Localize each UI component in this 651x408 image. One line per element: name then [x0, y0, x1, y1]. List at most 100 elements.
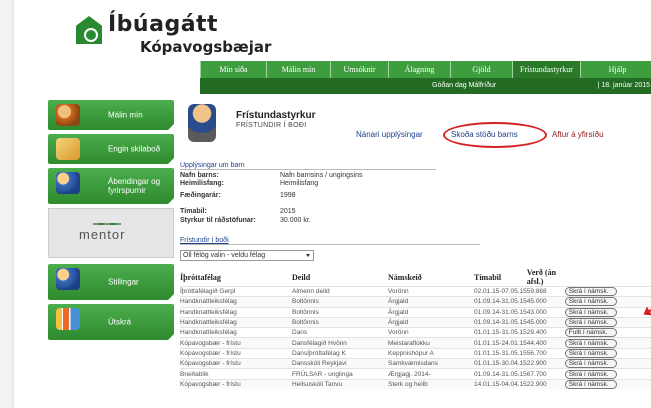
mentor-logo-icon — [93, 223, 121, 225]
nav-fristundastyrkur[interactable]: Frístundastyrkur — [512, 61, 580, 78]
chevron-down-icon — [306, 254, 310, 257]
club-filter-select[interactable]: Öll félög valin - veldu félag — [180, 250, 314, 261]
envelope-icon — [56, 138, 80, 160]
cell-action: Skrá í námsk. — [564, 296, 651, 308]
cell-action: Skrá í námsk. — [564, 347, 651, 359]
cell-club: Handknattleiksfélag — [180, 327, 292, 338]
table-row: Handknattleiksfélag Boltönnis Árgjald 01.09… — [180, 296, 651, 308]
table-row: Kópavogsbær - frístu Heilsuskóli Tanvu Ste… — [180, 378, 651, 390]
cell-action: Skrá í námsk. — [564, 368, 651, 380]
cell-club: Kópavogsbær - frístu — [180, 358, 292, 369]
cell-period: 01.01.15-24.01.15 — [474, 337, 527, 349]
logout-icon — [56, 308, 80, 330]
address-label: Heimilisfang: — [180, 180, 224, 187]
nav-umsoknir[interactable]: Umsóknir — [330, 61, 388, 78]
cell-club: Íþróttafélagið Gerpl — [180, 285, 292, 297]
sidebar-item-abendingar[interactable]: Ábendingar og fyrirspurnir — [48, 168, 174, 204]
mentor-banner[interactable]: mentor — [48, 208, 174, 258]
cell-course: Vorönn — [388, 327, 474, 338]
col-header-course[interactable]: Námskeið — [388, 268, 474, 287]
cell-period: 01.01.15-30.04.15 — [474, 358, 527, 369]
nav-min-sida[interactable]: Mín síða — [200, 61, 266, 78]
child-icon — [188, 104, 216, 142]
cell-department: Dansskóli Reykjavi — [292, 358, 388, 369]
cell-course: Samkvæmisdans — [388, 358, 474, 369]
greeting: Góðan dag Málfríður — [432, 82, 497, 89]
grant-label: Styrkur til ráðstöfunar: — [180, 217, 256, 224]
cell-price: 43.000 — [526, 306, 565, 318]
birth-year-label: Fæðingarár: — [180, 192, 221, 199]
nav-hjalp[interactable]: Hjálp — [580, 61, 651, 78]
cell-price: 22.900 — [526, 378, 565, 390]
table-header-row: Íþróttafélag Deild Námskeið Tímabil Verð… — [180, 268, 651, 287]
mentor-label: mentor — [79, 227, 126, 242]
register-course-button[interactable]: Skrá í námsk. — [564, 287, 617, 297]
logo-title: Íbúagátt — [108, 12, 219, 37]
sidebar: Málin mín Engin skilaboð Ábendingar og f… — [48, 100, 174, 344]
register-course-button[interactable]: Skrá í námsk. — [564, 349, 617, 358]
table-row: Kópavogsbær - frístu Dansíþróttafélag K Ke… — [180, 347, 651, 359]
register-course-button[interactable]: Skrá í námsk. — [564, 308, 617, 317]
col-header-club[interactable]: Íþróttafélag — [180, 268, 292, 287]
back-to-overview-link[interactable]: Aftur á yfirsíðu — [552, 130, 604, 139]
table-row: Handknattleiksfélag Boltönnis Árgjald 01.09… — [180, 316, 651, 328]
col-header-price[interactable]: Verð (án afsl.) — [527, 268, 565, 287]
nav-gjold[interactable]: Gjöld — [450, 61, 512, 78]
logo[interactable]: Íbúagátt Kópavogsbæjar — [76, 12, 276, 58]
table-row: Breiðablik FRÚLSAR - unglinga Ærgjagj. 201… — [180, 368, 651, 380]
register-course-button[interactable]: Skrá í námsk. — [564, 359, 617, 369]
cell-period: 01.09.14-31.05.15 — [474, 316, 527, 328]
top-navigation: Mín síða Málin mín Umsóknir Álagning Gjö… — [200, 61, 651, 78]
cell-period: 01.09.14-31.05.15 — [474, 296, 527, 308]
cell-period: 01.09.14-31.05.15 — [474, 306, 527, 318]
cell-course: Sterk og heilb — [388, 378, 474, 390]
cell-course: Árgjald — [388, 306, 474, 318]
sidebar-item-skilabod[interactable]: Engin skilaboð — [48, 134, 174, 164]
page: Íbúagátt Kópavogsbæjar Mín síða Málin mí… — [14, 0, 651, 408]
cell-price: 59.868 — [526, 285, 565, 297]
child-name-value: Nafn barnsins / ungingsins — [280, 172, 363, 179]
cell-price: 22.900 — [526, 358, 565, 369]
cell-department: FRÚLSAR - unglinga — [292, 368, 388, 380]
table-row: Handknattleiksfélag Dans Vorönn 01.01.15-31… — [180, 327, 651, 338]
sub-navigation: Góðan dag Málfríður | 18. janúar 2015 — [200, 78, 651, 94]
register-course-button[interactable]: Skrá í námsk. — [564, 380, 617, 390]
more-info-link[interactable]: Nánari upplýsingar — [356, 130, 423, 139]
cell-course: Meistaraflokku — [388, 337, 474, 349]
cell-course: Ærgjagj. 2014- — [388, 368, 474, 380]
sidebar-item-stillingar[interactable]: Stillingar — [48, 264, 174, 300]
kopavogur-crest-icon — [76, 16, 102, 44]
register-course-button[interactable]: Skrá í námsk. — [564, 369, 617, 379]
sidebar-item-label: Ábendingar og fyrirspurnir — [108, 177, 161, 195]
cell-department: Boltönnis — [292, 306, 388, 318]
child-name-label: Nafn barns: — [180, 172, 219, 179]
sidebar-item-label: Stillingar — [108, 277, 139, 287]
cell-department: Boltönnis — [292, 296, 388, 308]
cell-department: Heilsuskóli Tanvu — [292, 378, 388, 390]
nav-malin-min[interactable]: Málin mín — [266, 61, 330, 78]
cell-action: Skrá í námsk. — [564, 378, 651, 390]
register-course-button[interactable]: Fullt í námsk. — [564, 328, 617, 338]
nav-alagning[interactable]: Álagning — [388, 61, 450, 78]
cell-department: Dans — [292, 327, 388, 338]
col-header-department[interactable]: Deild — [292, 268, 388, 287]
cell-action: Skrá í námsk. — [564, 306, 651, 318]
sidebar-item-utskra[interactable]: Útskrá — [48, 304, 174, 340]
cell-course: Vorönn — [388, 285, 474, 297]
cell-action: Skrá í námsk. — [564, 358, 651, 369]
cell-course: Keppnishópur A — [388, 347, 474, 359]
sidebar-item-label: Engin skilaboð — [108, 144, 161, 154]
page-title: Frístundastyrkur — [236, 110, 316, 121]
register-course-button[interactable]: Skrá í námsk. — [564, 339, 617, 348]
cell-club: Breiðablik — [180, 368, 292, 380]
col-header-period[interactable]: Tímabil — [474, 268, 527, 287]
available-activities-heading: Frístundir í boði — [180, 237, 480, 245]
cell-period: 01.01.15-31.05.15 — [474, 347, 527, 359]
register-course-button[interactable]: Skrá í námsk. — [564, 297, 617, 307]
period-value: 2015 — [280, 208, 296, 215]
cell-action: Skrá í námsk. — [564, 316, 651, 328]
child-info-heading: Upplýsingar um barn — [180, 162, 436, 170]
register-course-button[interactable]: Skrá í námsk. — [564, 318, 617, 328]
cell-club: Handknattleiksfélag — [180, 296, 292, 308]
sidebar-item-malin-min[interactable]: Málin mín — [48, 100, 174, 130]
